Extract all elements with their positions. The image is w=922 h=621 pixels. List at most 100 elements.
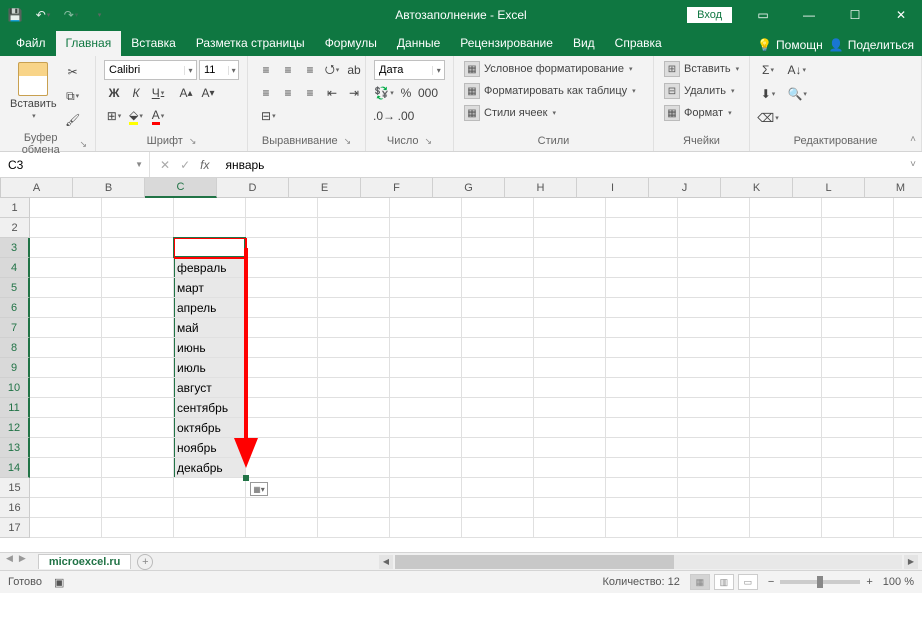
sort-filter-icon[interactable]: A↓▾ (786, 60, 807, 80)
cell[interactable] (894, 238, 922, 258)
cell[interactable] (30, 318, 102, 338)
cell[interactable] (390, 318, 462, 338)
cell[interactable] (390, 198, 462, 218)
cell[interactable] (318, 218, 390, 238)
cell[interactable] (894, 498, 922, 518)
cell[interactable] (678, 198, 750, 218)
column-header[interactable]: B (73, 178, 145, 198)
cell[interactable] (894, 198, 922, 218)
decrease-decimal-icon[interactable]: .00 (396, 106, 416, 126)
column-header[interactable]: I (577, 178, 649, 198)
cell[interactable] (750, 518, 822, 538)
cell[interactable] (822, 438, 894, 458)
number-dialog-icon[interactable]: ↘ (425, 136, 433, 147)
cell[interactable]: декабрь (174, 458, 246, 478)
insert-cells-button[interactable]: ⊞Вставить▾ (662, 60, 741, 78)
ribbon-options-icon[interactable]: ▭ (748, 8, 778, 22)
cell[interactable]: сентябрь (174, 398, 246, 418)
cell[interactable] (606, 318, 678, 338)
minimize-icon[interactable]: — (794, 8, 824, 22)
sheet-nav-next-icon[interactable]: ▶ (19, 553, 26, 570)
cell[interactable] (462, 498, 534, 518)
cell[interactable] (462, 338, 534, 358)
paste-button[interactable]: Вставить ▾ (8, 60, 59, 122)
cell[interactable] (102, 518, 174, 538)
cell[interactable] (534, 518, 606, 538)
fill-color-button[interactable]: ⬙▾ (126, 106, 146, 126)
copy-icon[interactable]: ⧉▾ (63, 86, 83, 106)
cut-icon[interactable]: ✂ (63, 62, 83, 82)
zoom-level[interactable]: 100 % (883, 576, 914, 588)
cell[interactable] (750, 418, 822, 438)
cell[interactable] (462, 478, 534, 498)
cell[interactable] (102, 438, 174, 458)
cell[interactable] (318, 278, 390, 298)
cell[interactable] (318, 438, 390, 458)
fill-handle[interactable] (243, 475, 249, 481)
cell[interactable]: апрель (174, 298, 246, 318)
row-header[interactable]: 16 (0, 498, 30, 518)
row-header[interactable]: 14 (0, 458, 30, 478)
macro-record-icon[interactable]: ▣ (54, 576, 64, 589)
cell[interactable]: ноябрь (174, 438, 246, 458)
cell[interactable] (822, 398, 894, 418)
cell[interactable] (894, 298, 922, 318)
row-header[interactable]: 10 (0, 378, 30, 398)
cell[interactable] (606, 338, 678, 358)
alignment-dialog-icon[interactable]: ↘ (344, 136, 352, 147)
align-top-icon[interactable]: ≡ (256, 60, 276, 80)
cell[interactable] (894, 338, 922, 358)
cell[interactable] (894, 378, 922, 398)
row-header[interactable]: 9 (0, 358, 30, 378)
cell[interactable] (678, 218, 750, 238)
align-right-icon[interactable]: ≡ (300, 83, 320, 103)
cell[interactable] (822, 378, 894, 398)
row-header[interactable]: 4 (0, 258, 30, 278)
cell[interactable] (102, 198, 174, 218)
cell[interactable] (894, 398, 922, 418)
cell[interactable] (750, 498, 822, 518)
cell[interactable] (606, 298, 678, 318)
cell[interactable] (678, 458, 750, 478)
cell[interactable] (894, 478, 922, 498)
cell[interactable] (30, 398, 102, 418)
cell[interactable] (390, 298, 462, 318)
cell[interactable] (30, 198, 102, 218)
cell[interactable] (246, 458, 318, 478)
format-painter-icon[interactable]: 🖌 (63, 110, 83, 130)
cell[interactable] (750, 218, 822, 238)
cell[interactable] (318, 238, 390, 258)
row-header[interactable]: 13 (0, 438, 30, 458)
view-page-layout-icon[interactable]: ▥ (714, 574, 734, 590)
cell[interactable] (174, 498, 246, 518)
cell[interactable] (606, 418, 678, 438)
cell[interactable] (678, 278, 750, 298)
cell[interactable] (534, 358, 606, 378)
cell[interactable] (606, 398, 678, 418)
autosum-icon[interactable]: Σ▾ (758, 60, 778, 80)
cell[interactable] (390, 518, 462, 538)
cell[interactable] (822, 478, 894, 498)
tab-file[interactable]: Файл (6, 31, 56, 56)
cell[interactable] (678, 518, 750, 538)
cell[interactable] (822, 458, 894, 478)
tell-me-button[interactable]: 💡 Помощн (757, 38, 823, 52)
bold-button[interactable]: Ж (104, 83, 124, 103)
cell[interactable] (534, 238, 606, 258)
fill-icon[interactable]: ⬇▾ (758, 84, 778, 104)
cell[interactable] (534, 338, 606, 358)
font-color-button[interactable]: A▾ (148, 106, 168, 126)
scroll-thumb[interactable] (395, 555, 674, 569)
sheet-tab[interactable]: microexcel.ru (38, 554, 132, 569)
cell[interactable] (678, 438, 750, 458)
cell[interactable] (534, 258, 606, 278)
cell[interactable] (750, 378, 822, 398)
increase-font-icon[interactable]: A▴ (176, 83, 196, 103)
cell[interactable] (102, 338, 174, 358)
row-header[interactable]: 3 (0, 238, 30, 258)
row-header[interactable]: 1 (0, 198, 30, 218)
cell[interactable] (678, 238, 750, 258)
cell[interactable] (822, 338, 894, 358)
cell[interactable] (678, 398, 750, 418)
cell[interactable] (750, 258, 822, 278)
